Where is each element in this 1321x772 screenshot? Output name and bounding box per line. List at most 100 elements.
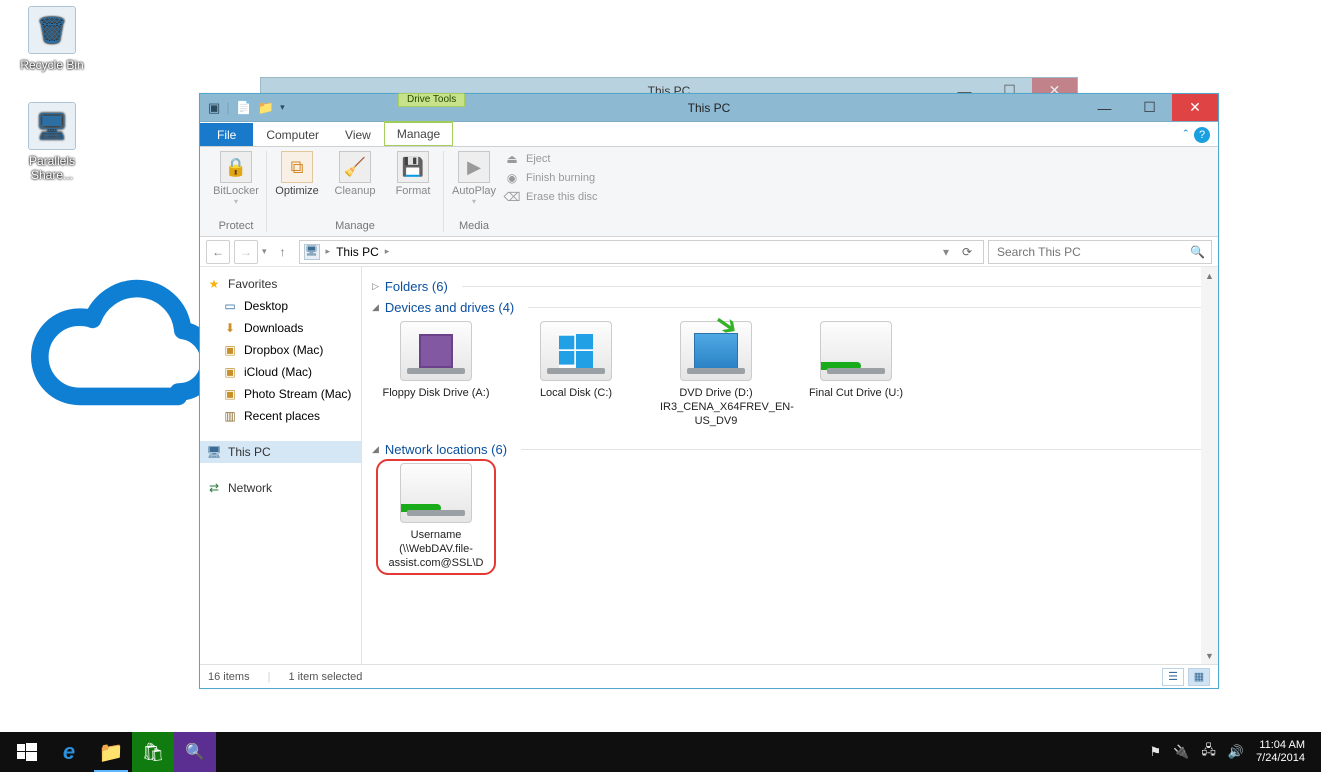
taskbar-explorer-button[interactable]: 📁: [90, 732, 132, 772]
drive-dvd-d[interactable]: ➔ DVD Drive (D:) IR3_CENA_X64FREV_EN-US_…: [660, 321, 772, 428]
address-bar[interactable]: 🖥 ▸ This PC ▸ ▾ ⟳: [299, 240, 984, 264]
cleanup-icon: 🧹: [339, 151, 371, 183]
section-network-locations[interactable]: ◢ Network locations (6): [372, 442, 1208, 457]
erase-disc-button: ⌫Erase this disc: [504, 189, 598, 205]
downloads-icon: ⬇: [222, 320, 238, 336]
finish-burning-button: ◉Finish burning: [504, 170, 598, 186]
drive-local-c[interactable]: Local Disk (C:): [520, 321, 632, 428]
history-dropdown[interactable]: ▾: [262, 246, 267, 257]
taskbar-ie-button[interactable]: e: [48, 732, 90, 772]
ribbon-group-protect: 🔒 BitLocker ▾ Protect: [206, 151, 267, 232]
search-box[interactable]: 🔍: [988, 240, 1212, 264]
nav-item-dropbox[interactable]: ▣Dropbox (Mac): [200, 339, 361, 361]
nav-favorites-header[interactable]: ★Favorites: [200, 273, 361, 295]
autoplay-button: ▶ AutoPlay ▾: [450, 151, 498, 206]
qat-newfolder-icon[interactable]: 📁: [258, 100, 274, 116]
folder-icon: ▣: [222, 364, 238, 380]
expand-collapsed-icon: ▷: [372, 281, 379, 292]
nav-item-desktop[interactable]: ▭Desktop: [200, 295, 361, 317]
help-button[interactable]: ?: [1194, 127, 1210, 143]
nav-item-downloads[interactable]: ⬇Downloads: [200, 317, 361, 339]
close-button[interactable]: ✕: [1172, 94, 1218, 121]
search-icon: 🔍: [185, 742, 205, 762]
forward-button[interactable]: →: [234, 240, 258, 264]
lock-icon: 🔒: [220, 151, 252, 183]
scrollbar[interactable]: ▲ ▼: [1201, 267, 1218, 664]
breadcrumb-this-pc[interactable]: This PC: [336, 245, 379, 259]
drive-final-cut-u[interactable]: Final Cut Drive (U:): [800, 321, 912, 428]
expand-expanded-icon: ◢: [372, 302, 379, 313]
tab-file[interactable]: File: [200, 123, 253, 146]
cleanup-button: 🧹 Cleanup: [331, 151, 379, 197]
folder-icon: ▣: [222, 386, 238, 402]
optimize-button[interactable]: ⧉ Optimize: [273, 151, 321, 197]
maximize-button[interactable]: ☐: [1127, 94, 1172, 121]
window-title-bar[interactable]: ▣ | 📄 📁 ▾ Drive Tools This PC — ☐ ✕: [200, 94, 1218, 122]
tray-volume-icon[interactable]: 🔊: [1228, 744, 1244, 760]
chevron-right-icon[interactable]: ▸: [326, 246, 331, 257]
section-devices[interactable]: ◢ Devices and drives (4): [372, 300, 1208, 315]
tiles-view-button[interactable]: ▦: [1188, 668, 1210, 686]
desktop-icon: ▭: [222, 298, 238, 314]
drive-floppy[interactable]: Floppy Disk Drive (A:): [380, 321, 492, 428]
tab-manage[interactable]: Manage: [384, 121, 453, 146]
nav-item-recent-places[interactable]: ▥Recent places: [200, 405, 361, 427]
network-drive-icon: [820, 321, 892, 381]
address-dropdown-icon[interactable]: ▾: [943, 245, 949, 259]
group-title: Manage: [335, 220, 375, 232]
network-location-webdav[interactable]: Username (\\WebDAV.file-assist.com@SSL\D: [380, 463, 492, 570]
section-folders[interactable]: ▷ Folders (6): [372, 279, 1208, 294]
taskbar-clock[interactable]: 11:04 AM 7/24/2014: [1256, 739, 1311, 764]
ribbon-group-manage: ⧉ Optimize 🧹 Cleanup 💾 Format Manage: [267, 151, 444, 232]
desktop-icon-label: Parallels Share...: [12, 154, 92, 182]
recycle-bin-icon: 🗑: [28, 6, 76, 54]
back-button[interactable]: ←: [206, 240, 230, 264]
nav-item-icloud[interactable]: ▣iCloud (Mac): [200, 361, 361, 383]
minimize-ribbon-button[interactable]: ˆ: [1184, 127, 1188, 142]
eject-button: ⏏Eject: [504, 151, 598, 167]
taskbar-store-button[interactable]: 🛍: [132, 732, 174, 772]
system-menu-icon[interactable]: ▣: [208, 100, 220, 116]
search-icon[interactable]: 🔍: [1190, 245, 1205, 259]
start-button[interactable]: [6, 732, 48, 772]
chevron-right-icon[interactable]: ▸: [385, 246, 390, 257]
qat-dropdown-icon[interactable]: ▾: [280, 102, 285, 113]
content-pane: ▷ Folders (6) ◢ Devices and drives (4) F…: [362, 267, 1218, 664]
tray-power-icon[interactable]: 🔌: [1173, 744, 1189, 760]
tray-flag-icon[interactable]: ⚑: [1150, 744, 1162, 760]
scroll-down-icon[interactable]: ▼: [1201, 647, 1218, 664]
system-tray: ⚑ 🔌 🖧 🔊 11:04 AM 7/24/2014: [1150, 739, 1315, 764]
desktop-icon-recycle-bin[interactable]: 🗑 Recycle Bin: [12, 6, 92, 72]
status-selected-count: 1 item selected: [288, 671, 362, 683]
nav-item-photostream[interactable]: ▣Photo Stream (Mac): [200, 383, 361, 405]
erase-icon: ⌫: [504, 189, 520, 205]
search-input[interactable]: [995, 244, 1184, 260]
network-icon: ⇄: [206, 480, 222, 496]
status-item-count: 16 items: [208, 671, 250, 683]
taskbar-search-button[interactable]: 🔍: [174, 732, 216, 772]
eject-icon: ⏏: [504, 151, 520, 167]
nav-item-this-pc[interactable]: 🖥This PC: [200, 441, 361, 463]
refresh-button[interactable]: ⟳: [955, 241, 979, 263]
minimize-button[interactable]: —: [1082, 94, 1127, 121]
qat-properties-icon[interactable]: 📄: [236, 100, 252, 116]
up-button[interactable]: ↑: [271, 240, 295, 264]
hard-drive-icon: [540, 321, 612, 381]
nav-item-network[interactable]: ⇄Network: [200, 477, 361, 499]
desktop-icon-parallels-share[interactable]: 🖥 Parallels Share...: [12, 102, 92, 182]
burn-icon: ◉: [504, 170, 520, 186]
ie-icon: e: [63, 739, 75, 765]
scroll-up-icon[interactable]: ▲: [1201, 267, 1218, 284]
clock-date: 7/24/2014: [1256, 752, 1305, 765]
monitor-share-icon: 🖥: [28, 102, 76, 150]
tab-view[interactable]: View: [332, 123, 384, 146]
store-icon: 🛍: [142, 742, 165, 763]
tab-computer[interactable]: Computer: [253, 123, 332, 146]
qat-separator: |: [226, 100, 229, 115]
tray-network-icon[interactable]: 🖧: [1201, 741, 1216, 763]
group-title: Protect: [219, 220, 254, 232]
ribbon: 🔒 BitLocker ▾ Protect ⧉ Optimize 🧹 Clean…: [200, 147, 1218, 237]
details-view-button[interactable]: ☰: [1162, 668, 1184, 686]
folder-icon: 📁: [99, 740, 124, 765]
recent-icon: ▥: [222, 408, 238, 424]
